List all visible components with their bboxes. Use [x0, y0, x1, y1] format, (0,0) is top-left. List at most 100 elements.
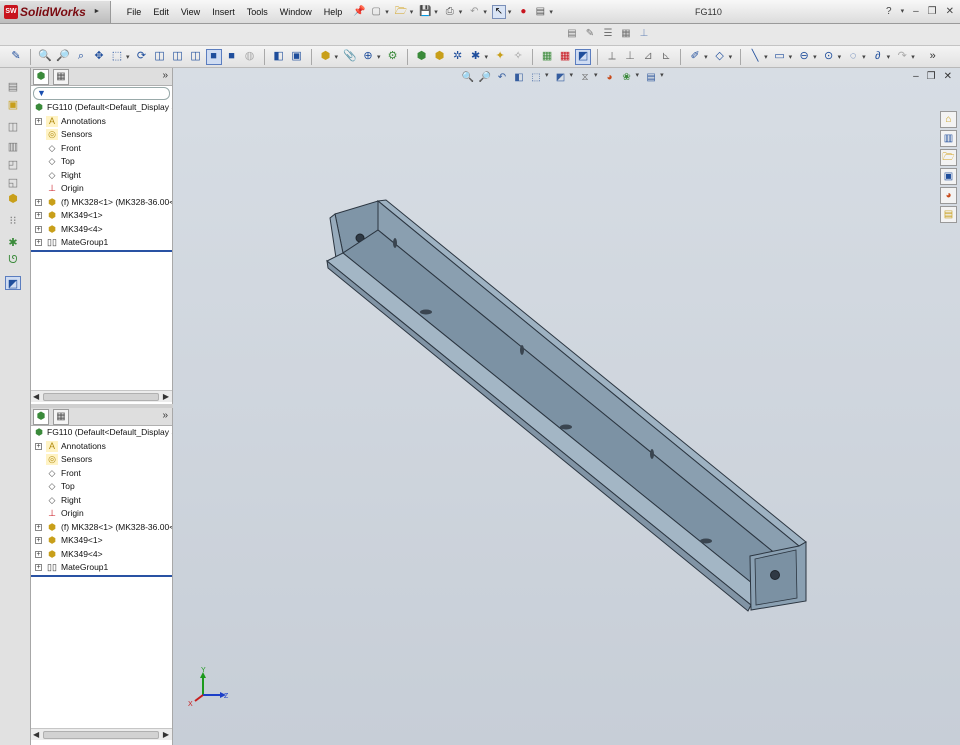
move-component-icon[interactable]: ⬢ [414, 49, 430, 65]
new-motion-study-icon[interactable]: ✧ [510, 49, 526, 65]
graphics-area[interactable]: 🔍 🔎 ↶ ◧ ⬚ ▾ ◩ ▾ ⧖ ▾ ◕ ❀ ▾ ▤ ▾ – ❐ ✕ ⌂ ▥ 🗁 ▣ ◕… [173, 68, 960, 745]
expand-toggle-icon[interactable]: + [35, 550, 42, 558]
save-icon[interactable]: 💾 [418, 5, 432, 19]
tree-item[interactable]: ◎ Sensors [31, 453, 172, 467]
scroll-thumb[interactable] [43, 393, 159, 401]
reference-axis-icon[interactable]: ⟂ [604, 49, 620, 65]
pin-icon[interactable]: 📌 [352, 5, 366, 19]
chevron-down-icon[interactable]: ▾ [838, 53, 842, 61]
property-manager-tab[interactable]: ▦ [53, 69, 69, 85]
chevron-down-icon[interactable]: ▾ [862, 53, 866, 61]
scroll-left-icon[interactable]: ◀ [33, 730, 39, 739]
move-strip-icon[interactable]: ◰ [5, 158, 21, 172]
line-icon[interactable]: ╲ [747, 49, 763, 65]
rollback-bar[interactable] [31, 574, 172, 577]
reference-plane-icon[interactable]: ⊥ [622, 49, 638, 65]
options-icon[interactable]: ▤ [533, 5, 547, 19]
tree-item[interactable]: + ▯▯ MateGroup1 [31, 236, 172, 250]
sketch-icon[interactable]: ✐ [687, 49, 703, 65]
coordinate-system-icon[interactable]: ⊿ [640, 49, 656, 65]
linear-pattern-icon[interactable]: ⊕ [360, 49, 376, 65]
chevron-down-icon[interactable]: ▾ [704, 53, 708, 61]
chevron-down-icon[interactable]: ▾ [385, 8, 389, 16]
menu-edit[interactable]: Edit [147, 1, 175, 23]
fasteners-strip-icon[interactable]: ⬢ [5, 192, 21, 206]
expand-pane-icon[interactable]: » [162, 70, 168, 81]
tree-item[interactable]: ◎ Sensors [31, 128, 172, 142]
scroll-thumb[interactable] [43, 731, 159, 739]
smart-fasteners-icon[interactable]: ⚙ [385, 49, 401, 65]
scroll-right-icon[interactable]: ▶ [163, 730, 169, 739]
tree-item[interactable]: + ⬢ (f) MK328<1> (MK328-36.00< [31, 521, 172, 535]
chevron-down-icon[interactable]: ▾ [459, 8, 463, 16]
view-orientation-icon[interactable]: ⬚ [109, 49, 125, 65]
solidworks-logo[interactable]: SW SolidWorks ► [0, 0, 111, 23]
tree-item[interactable]: + ⬢ (f) MK328<1> (MK328-36.00< [31, 196, 172, 210]
restore-button[interactable]: ❐ [928, 0, 937, 24]
expand-toggle-icon[interactable]: + [35, 117, 42, 125]
chevron-down-icon[interactable]: ▾ [434, 8, 438, 16]
smart-mates-icon[interactable]: ✎ [8, 49, 24, 65]
rollback-bar[interactable] [31, 249, 172, 252]
expand-pane-icon[interactable]: » [162, 410, 168, 421]
tree-item[interactable]: ◇ Top [31, 480, 172, 494]
zoom-area-icon[interactable]: 🔎 [55, 49, 71, 65]
tree-item[interactable]: ◇ Right [31, 169, 172, 183]
smart-dimension-icon[interactable]: ◇ [712, 49, 728, 65]
point-icon[interactable]: ⊾ [658, 49, 674, 65]
section-view-icon[interactable]: ◧ [271, 49, 287, 65]
close-button[interactable]: ✕ [946, 0, 954, 24]
chevron-down-icon[interactable]: ▾ [549, 8, 553, 16]
tree-item[interactable]: + ⬢ MK349<4> [31, 548, 172, 562]
tree-item[interactable]: + A Annotations [31, 440, 172, 454]
reference-geometry-icon[interactable]: ✦ [492, 49, 508, 65]
shadows-icon[interactable]: ◍ [242, 49, 258, 65]
new-document-icon[interactable]: ▢ [369, 5, 383, 19]
wireframe-icon[interactable]: ◫ [152, 49, 168, 65]
slot-icon[interactable]: ⊖ [796, 49, 812, 65]
hide-show-icon[interactable]: ◱ [5, 176, 21, 190]
tree-item[interactable]: ◇ Front [31, 467, 172, 481]
chevron-down-icon[interactable]: ▾ [764, 53, 768, 61]
exploded-view-icon[interactable]: ▦ [557, 49, 573, 65]
tree-root-assembly[interactable]: ⬢ FG110 (Default<Default_Display St [31, 101, 172, 115]
scroll-left-icon[interactable]: ◀ [33, 392, 39, 401]
chevron-down-icon[interactable]: ▾ [126, 53, 130, 61]
reference-strip-icon[interactable]: ✱ [5, 236, 21, 250]
chevron-down-icon[interactable]: ▾ [911, 53, 915, 61]
menu-insert[interactable]: Insert [206, 1, 241, 23]
chevron-down-icon[interactable]: ▾ [508, 8, 512, 16]
rotate-component-icon[interactable]: ⬢ [432, 49, 448, 65]
chevron-down-icon[interactable]: ▾ [813, 53, 817, 61]
view-cube-icon[interactable]: ▣ [289, 49, 305, 65]
feature-filter-input[interactable]: ▼ [33, 87, 170, 100]
menu-tools[interactable]: Tools [241, 1, 274, 23]
assembly-features-icon[interactable]: ✱ [468, 49, 484, 65]
tree-item[interactable]: ⊥ Origin [31, 507, 172, 521]
tree-item[interactable]: + A Annotations [31, 115, 172, 129]
arc-icon[interactable]: ◌ [845, 49, 861, 65]
open-folder-icon[interactable]: 🗁 [394, 5, 408, 19]
instant3d-strip-icon[interactable]: ◩ [5, 276, 21, 290]
expand-toggle-icon[interactable]: + [35, 212, 42, 219]
expand-toggle-icon[interactable]: + [35, 523, 42, 531]
curves-strip-icon[interactable]: ᘎ [5, 254, 21, 268]
show-hidden-icon[interactable]: ✲ [450, 49, 466, 65]
hidden-lines-visible-icon[interactable]: ◫ [170, 49, 186, 65]
rotate-icon[interactable]: ⟳ [134, 49, 150, 65]
chevron-down-icon[interactable]: ▾ [335, 53, 339, 61]
feature-manager-tab[interactable]: ⬢ [33, 69, 49, 85]
chevron-down-icon[interactable]: ▾ [729, 53, 733, 61]
scroll-right-icon[interactable]: ▶ [163, 392, 169, 401]
chevron-down-icon[interactable]: ▾ [410, 8, 414, 16]
zoom-to-fit-icon[interactable]: 🔍 [37, 49, 53, 65]
features-strip-icon[interactable]: ⁝⁝ [5, 214, 21, 228]
expand-toggle-icon[interactable]: + [35, 225, 42, 233]
circle-icon[interactable]: ⊙ [821, 49, 837, 65]
tree-item[interactable]: ◇ Top [31, 155, 172, 169]
menu-file[interactable]: File [121, 1, 148, 23]
menu-view[interactable]: View [175, 1, 206, 23]
tree-item[interactable]: + ⬢ MK349<1> [31, 534, 172, 548]
expand-toggle-icon[interactable]: + [35, 442, 42, 450]
shaded-with-edges-icon[interactable]: ■ [205, 48, 222, 65]
